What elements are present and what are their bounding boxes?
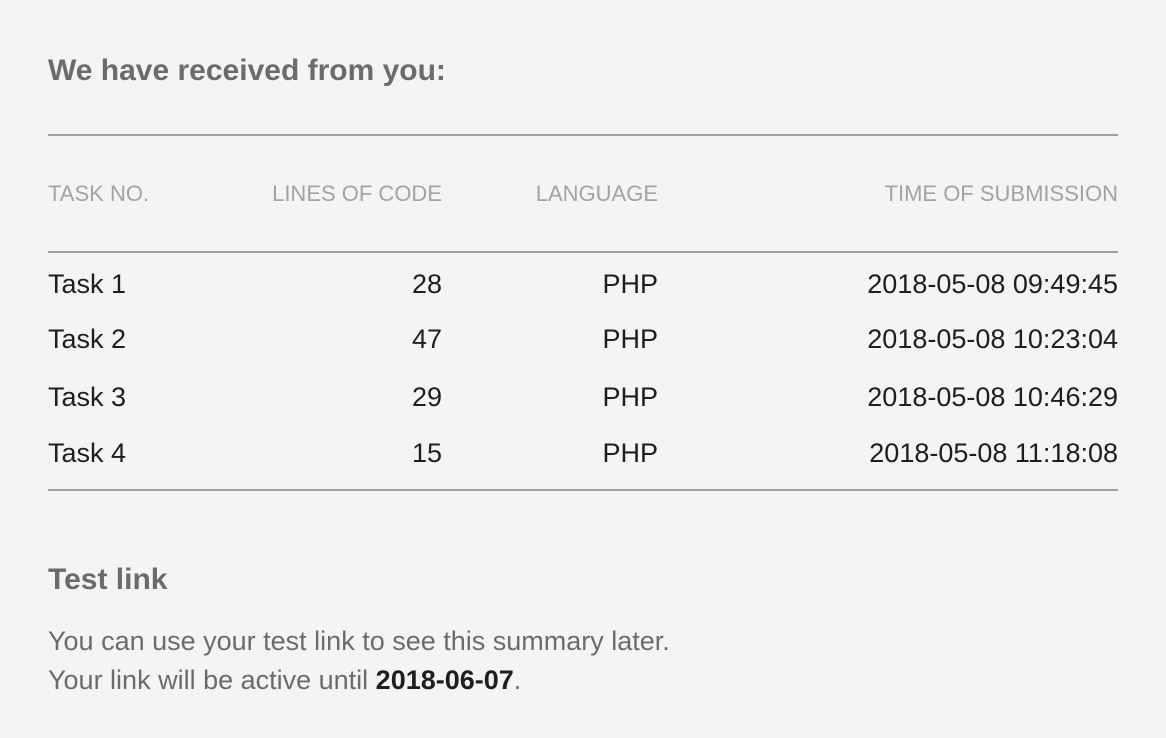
column-header-time-of-submission: TIME OF SUBMISSION xyxy=(884,180,1118,206)
expiry-date: 2018-06-07 xyxy=(375,665,514,695)
table-row: Task 1 28 PHP 2018-05-08 09:49:45 xyxy=(48,252,1118,310)
task-name-cell: Task 4 xyxy=(48,438,127,468)
table-header-row: TASK NO. LINES OF CODE LANGUAGE TIME OF … xyxy=(48,135,1118,252)
column-header-language: LANGUAGE xyxy=(535,180,658,206)
lines-of-code-cell: 28 xyxy=(411,269,442,299)
column-header-lines-of-code: LINES OF CODE xyxy=(272,180,442,206)
language-cell: PHP xyxy=(602,323,658,354)
lines-of-code-cell: 15 xyxy=(411,438,442,468)
lines-of-code-cell: 47 xyxy=(411,323,442,354)
submission-time-cell: 2018-05-08 11:18:08 xyxy=(869,438,1118,468)
task-name-cell: Task 2 xyxy=(48,323,127,354)
lines-of-code-cell: 29 xyxy=(411,381,442,412)
column-header-task-no: TASK NO. xyxy=(48,180,150,206)
table-body: Task 1 28 PHP 2018-05-08 09:49:45 Task 2… xyxy=(48,252,1118,490)
submission-time-cell: 2018-05-08 09:49:45 xyxy=(867,269,1118,299)
test-link-description: You can use your test link to see this s… xyxy=(48,626,670,656)
language-cell: PHP xyxy=(602,438,658,468)
submissions-table: TASK NO. LINES OF CODE LANGUAGE TIME OF … xyxy=(48,134,1118,491)
task-name-cell: Task 1 xyxy=(48,269,127,299)
table-row: Task 2 47 PHP 2018-05-08 10:23:04 xyxy=(48,310,1118,368)
expiry-prefix: Your link will be active until xyxy=(48,665,376,695)
page-heading: We have received from you: xyxy=(48,54,446,87)
table-row: Task 4 15 PHP 2018-05-08 11:18:08 xyxy=(48,426,1118,490)
language-cell: PHP xyxy=(602,269,658,299)
language-cell: PHP xyxy=(602,381,658,412)
submission-time-cell: 2018-05-08 10:23:04 xyxy=(867,323,1118,354)
test-link-heading: Test link xyxy=(48,563,168,596)
task-name-cell: Task 3 xyxy=(48,381,127,412)
test-link-info: You can use your test link to see this s… xyxy=(48,622,670,700)
table-row: Task 3 29 PHP 2018-05-08 10:46:29 xyxy=(48,368,1118,426)
expiry-suffix: . xyxy=(513,665,522,695)
submission-time-cell: 2018-05-08 10:46:29 xyxy=(867,381,1118,412)
table-header: TASK NO. LINES OF CODE LANGUAGE TIME OF … xyxy=(48,135,1118,252)
